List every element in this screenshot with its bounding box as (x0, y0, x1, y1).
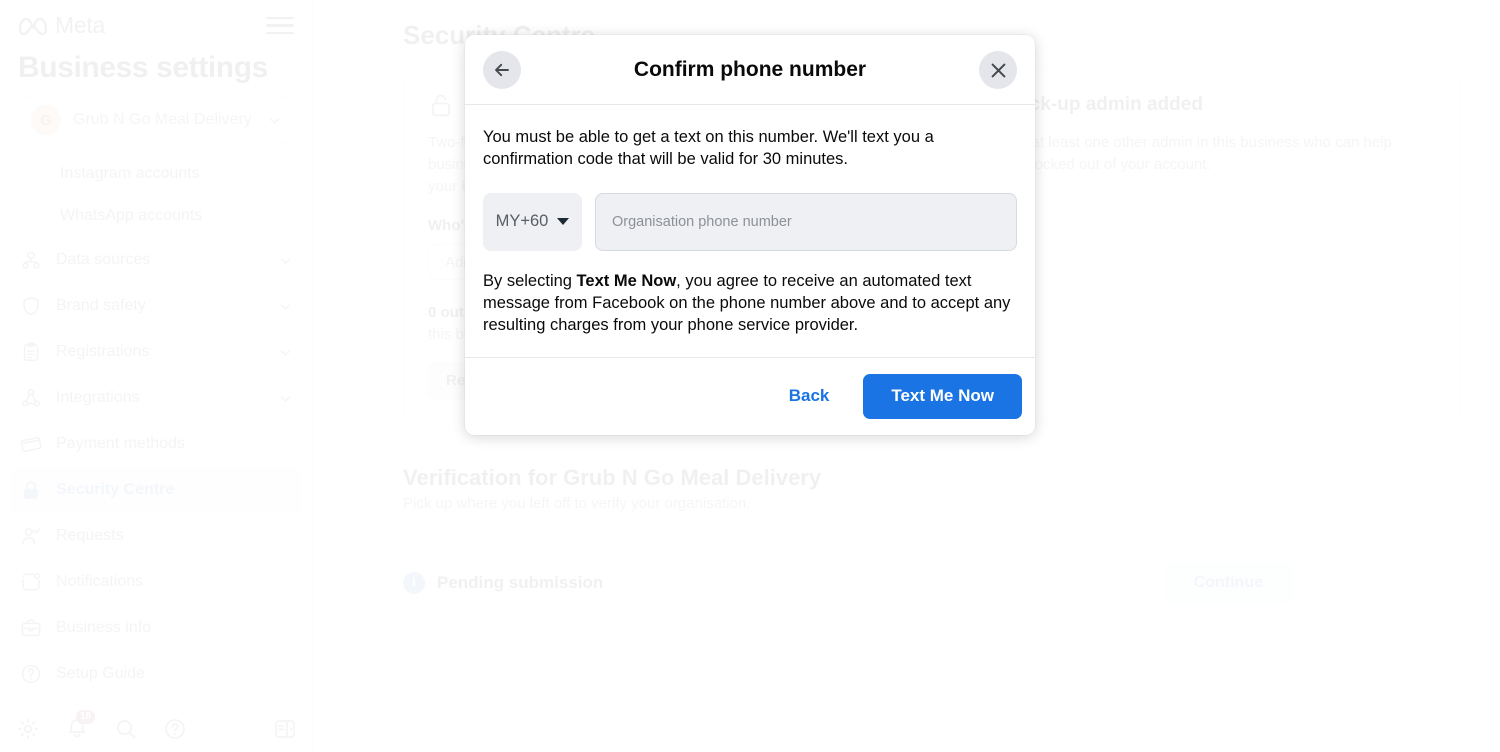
backup-admin-title: Back-up admin added (1005, 94, 1203, 115)
close-button[interactable] (979, 51, 1017, 89)
legal-disclaimer: By selecting Text Me Now, you agree to r… (483, 271, 1017, 337)
modal-title: Confirm phone number (633, 57, 867, 81)
status-text: Pending submission (437, 572, 604, 592)
sidebar-item-data-sources[interactable]: Data sources (10, 237, 302, 283)
sidebar-item-label: Security Centre (56, 481, 175, 498)
meta-infinity-icon (18, 17, 48, 35)
sidebar-item-registrations[interactable]: Registrations (10, 329, 302, 375)
back-button-icon[interactable] (483, 51, 521, 89)
help-icon[interactable] (163, 717, 187, 741)
notification-badge: 18 (76, 710, 96, 724)
sidebar-item-brand-safety[interactable]: Brand safety (10, 283, 302, 329)
country-code-label: MY+60 (495, 212, 549, 231)
search-icon[interactable] (114, 717, 138, 741)
chevron-down-icon (280, 257, 291, 264)
back-button[interactable]: Back (765, 376, 854, 416)
panel-toggle-icon[interactable] (273, 717, 297, 741)
sidebar-item-label: WhatsApp accounts (60, 207, 203, 224)
phone-number-input[interactable] (595, 192, 1017, 251)
verification-status-row: i Pending submission Continue (403, 561, 1293, 604)
modal-footer: Back Text Me Now (465, 356, 1035, 435)
sidebar-item-setup-guide[interactable]: Setup Guide (10, 651, 302, 697)
shield-icon (23, 296, 39, 316)
status-badge: i Pending submission (403, 571, 1164, 594)
chevron-down-icon (280, 303, 291, 310)
sidebar-item-label: Notifications (56, 573, 144, 590)
sidebar-bottom-bar: 18 (0, 705, 313, 752)
chevron-down-icon (280, 349, 291, 356)
briefcase-icon (21, 619, 41, 637)
confirm-phone-modal: Confirm phone number You must be able to… (465, 35, 1035, 435)
sidebar-item-label: Setup Guide (56, 665, 145, 682)
continue-button[interactable]: Continue (1163, 561, 1293, 604)
business-name: Grub N Go Meal Delivery (73, 111, 252, 128)
sidebar-item-label: Requests (56, 527, 124, 544)
arrow-left-icon (495, 63, 509, 77)
data-sources-icon (22, 251, 40, 269)
lock-icon (24, 481, 38, 499)
modal-description: You must be able to get a text on this n… (483, 128, 934, 168)
country-code-select[interactable]: MY+60 (483, 192, 582, 251)
app-root: Meta Business settings G Grub N Go Meal … (0, 0, 1500, 752)
user-check-icon (22, 527, 41, 545)
sidebar-item-whatsapp-accounts[interactable]: WhatsApp accounts (10, 195, 302, 237)
gear-icon[interactable] (16, 717, 40, 741)
business-selector[interactable]: G Grub N Go Meal Delivery (18, 97, 294, 143)
sidebar-item-label: Payment methods (56, 435, 185, 452)
phone-entry-row: MY+60 (483, 192, 1017, 251)
text-me-now-button[interactable]: Text Me Now (863, 373, 1022, 419)
modal-body: You must be able to get a text on this n… (465, 105, 1035, 357)
sidebar-item-label: Integrations (56, 389, 140, 406)
sidebar-item-integrations[interactable]: Integrations (10, 375, 302, 421)
sidebar-item-security-centre[interactable]: Security Centre (10, 467, 302, 513)
verification-section: Verification for Grub N Go Meal Delivery… (403, 465, 1293, 604)
sidebar-item-business-info[interactable]: Business info (10, 605, 302, 651)
close-icon (991, 63, 1005, 77)
sidebar-item-label: Registrations (56, 343, 150, 360)
sidebar-item-notifications[interactable]: Notifications (10, 559, 302, 605)
sidebar-item-payment-methods[interactable]: Payment methods (10, 421, 302, 467)
unlock-icon (431, 94, 451, 117)
bell-square-icon (22, 572, 41, 591)
sidebar-header: Meta (0, 0, 312, 43)
verification-title: Verification for Grub N Go Meal Delivery (403, 464, 822, 490)
legal-bold: Text Me Now (576, 271, 677, 290)
sidebar: Meta Business settings G Grub N Go Meal … (0, 0, 313, 752)
info-icon: i (403, 571, 425, 594)
business-avatar: G (31, 105, 61, 135)
integrations-icon (22, 388, 40, 407)
caret-down-icon (557, 218, 570, 226)
bell-icon[interactable]: 18 (65, 710, 96, 741)
modal-header: Confirm phone number (465, 35, 1035, 105)
card-icon (20, 436, 42, 453)
sidebar-item-label: Business info (56, 619, 152, 636)
sidebar-item-label: Data sources (56, 251, 151, 268)
sidebar-item-label: Brand safety (56, 297, 146, 314)
sidebar-item-label: Instagram accounts (60, 165, 200, 182)
question-circle-icon (21, 664, 41, 684)
verification-subtitle: Pick up where you left off to verify you… (403, 494, 751, 512)
meta-logo[interactable]: Meta (18, 12, 105, 39)
sidebar-item-requests[interactable]: Requests (10, 513, 302, 559)
business-settings-title: Business settings (18, 51, 268, 84)
meta-wordmark: Meta (55, 12, 105, 38)
sidebar-item-instagram-accounts[interactable]: Instagram accounts (10, 153, 302, 195)
legal-prefix: By selecting (483, 271, 577, 290)
card-header: Back-up admin added (966, 92, 1436, 118)
chevron-down-icon (280, 395, 291, 402)
clipboard-icon (23, 342, 39, 361)
hamburger-menu-icon[interactable] (266, 16, 294, 35)
sidebar-nav: Instagram accounts WhatsApp accounts Dat… (0, 153, 312, 697)
chevron-down-icon (269, 117, 280, 124)
